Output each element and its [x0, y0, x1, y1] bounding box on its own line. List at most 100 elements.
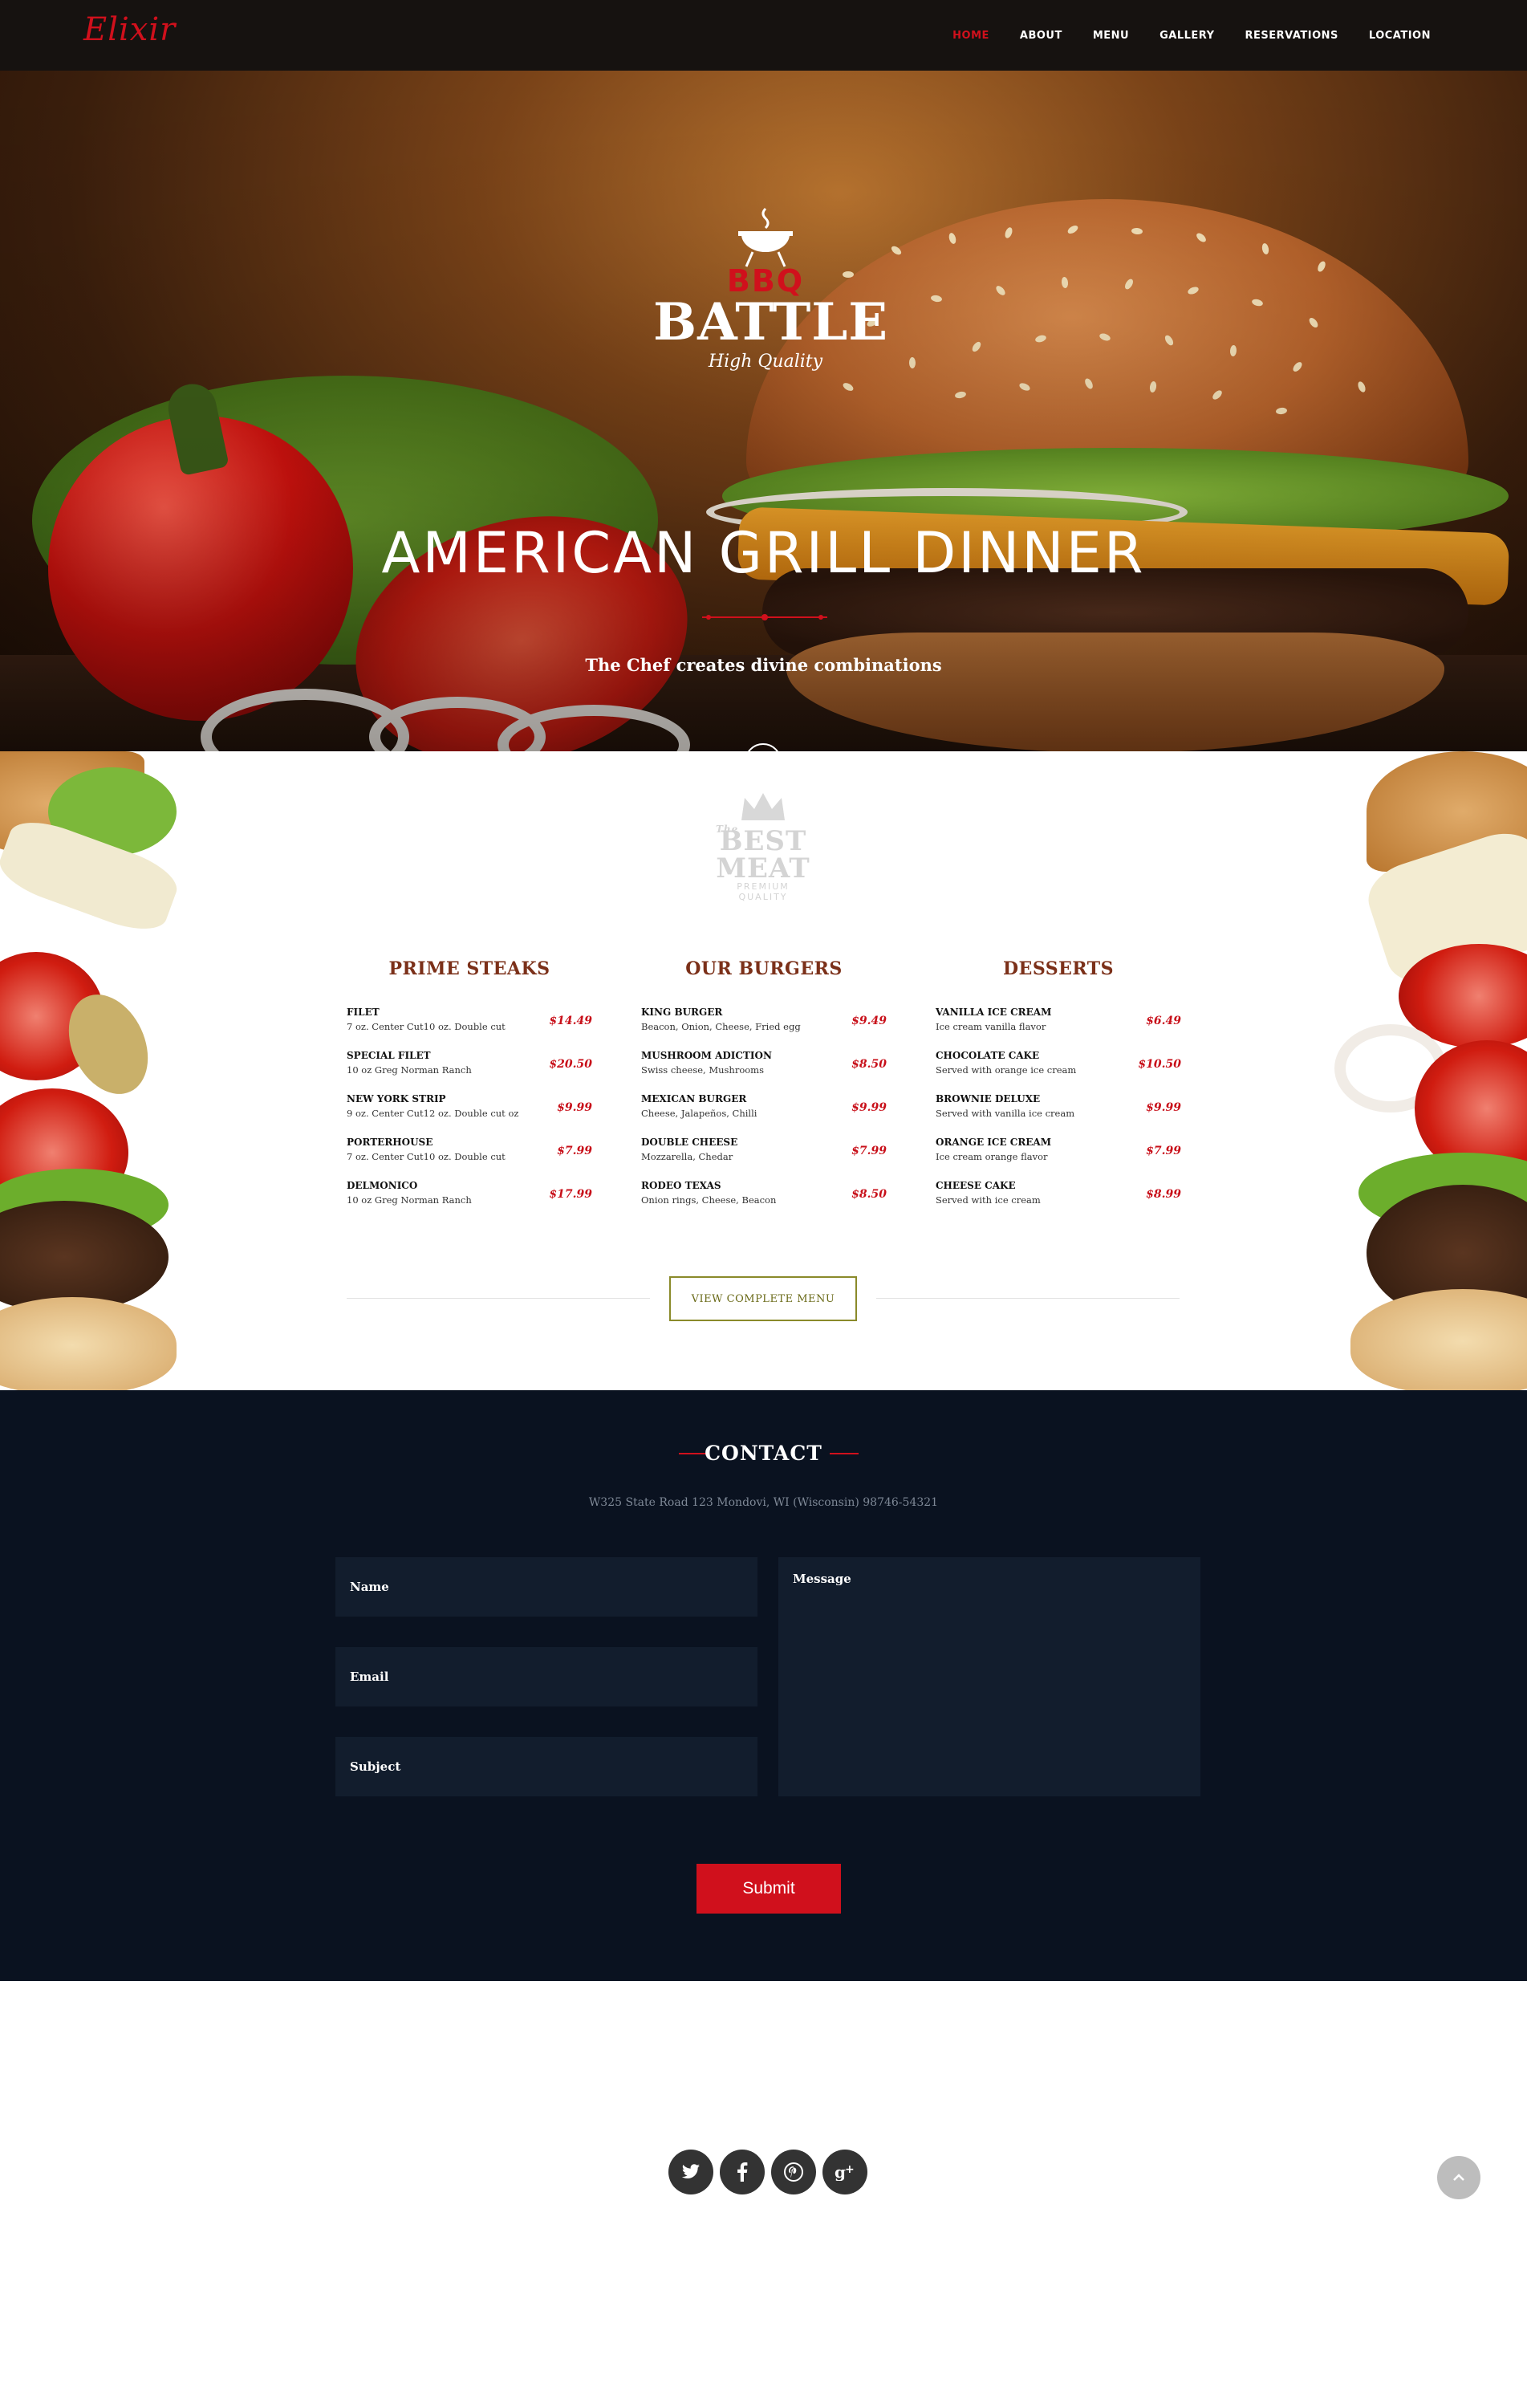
badge-battle-text: BATTLE [653, 292, 888, 352]
menu-item-desc: Mozzarella, Chedar [641, 1151, 733, 1162]
menu-item-price: $9.99 [557, 1101, 592, 1114]
facebook-icon [737, 2162, 748, 2182]
menu-item-price: $8.50 [851, 1188, 887, 1201]
svg-text:g: g [835, 2163, 846, 2181]
google-plus-icon: g + [835, 2163, 855, 2181]
menu-item: NEW YORK STRIP 9 oz. Center Cut12 oz. Dou… [347, 1093, 592, 1137]
menu-item: FILET 7 oz. Center Cut10 oz. Double cut $1… [347, 1007, 592, 1050]
menu-item-price: $17.99 [549, 1188, 592, 1201]
menu-item-name: MEXICAN BURGER [641, 1093, 747, 1104]
logo[interactable]: Elixir [83, 11, 176, 48]
title-accent-line [830, 1453, 859, 1454]
back-to-top-button[interactable] [1437, 2156, 1480, 2199]
emblem-line1: BEST [719, 825, 807, 857]
menu-item-price: $9.99 [1146, 1101, 1181, 1114]
contact-address: W325 State Road 123 Mondovi, WI (Wiscons… [588, 1496, 939, 1509]
menu-item-price: $20.50 [549, 1058, 592, 1071]
menu-item-price: $14.49 [549, 1015, 592, 1027]
menu-item-price: $8.99 [1146, 1188, 1181, 1201]
menu-column-steaks: PRIME STEAKS FILET 7 oz. Center Cut10 oz.… [347, 958, 592, 1223]
right-burger-image [1334, 751, 1527, 1390]
hero-divider [702, 614, 827, 620]
menu-item-desc: Beacon, Onion, Cheese, Fried egg [641, 1021, 801, 1032]
twitter-link[interactable] [668, 2150, 713, 2194]
menu-item: BROWNIE DELUXE Served with vanilla ice cr… [936, 1093, 1181, 1137]
main-nav: HOME ABOUT MENU GALLERY RESERVATIONS LOC… [952, 0, 1431, 71]
menu-item-name: BROWNIE DELUXE [936, 1093, 1041, 1104]
menu-item-price: $6.49 [1146, 1015, 1181, 1027]
pinterest-icon [784, 2162, 803, 2182]
divider-line [347, 1298, 650, 1299]
menu-item-desc: Ice cream orange flavor [936, 1151, 1048, 1162]
menu-item: RODEO TEXAS Onion rings, Cheese, Beacon $8… [641, 1180, 887, 1223]
divider-line [876, 1298, 1180, 1299]
menu-item-desc: 7 oz. Center Cut10 oz. Double cut [347, 1151, 506, 1162]
menu-item: MEXICAN BURGER Cheese, Jalapeños, Chilli $… [641, 1093, 887, 1137]
menu-column-title: DESSERTS [1002, 958, 1115, 979]
menu-column-title: OUR BURGERS [685, 958, 843, 979]
crown-icon [741, 793, 785, 820]
hero-title: AMERICAN GRILL DINNER [381, 520, 1146, 586]
menu-item-name: ORANGE ICE CREAM [936, 1137, 1052, 1148]
menu-item-desc: Served with ice cream [936, 1194, 1041, 1206]
email-field[interactable] [335, 1647, 757, 1706]
menu-item-price: $7.99 [557, 1145, 592, 1157]
menu-item-desc: Swiss cheese, Mushrooms [641, 1064, 764, 1076]
menu-item: CHOCOLATE CAKE Served with orange ice cre… [936, 1050, 1181, 1093]
best-meat-emblem: The BEST MEAT PREMIUM QUALITY [711, 791, 815, 904]
scroll-down-button[interactable] [745, 743, 782, 751]
submit-button[interactable]: Submit [696, 1864, 841, 1914]
menu-item-name: KING BURGER [641, 1007, 723, 1018]
menu-item-desc: Ice cream vanilla flavor [936, 1021, 1046, 1032]
menu-columns: PRIME STEAKS FILET 7 oz. Center Cut10 oz.… [347, 958, 1181, 1223]
menu-item-price: $9.99 [851, 1101, 887, 1114]
menu-column-burgers: OUR BURGERS KING BURGER Beacon, Onion, Ch… [641, 958, 887, 1223]
menu-item-price: $7.99 [1146, 1145, 1181, 1157]
menu-item: SPECIAL FILET 10 oz Greg Norman Ranch $20.… [347, 1050, 592, 1093]
badge-tagline: High Quality [708, 352, 823, 372]
menu-item-name: NEW YORK STRIP [347, 1093, 446, 1104]
subject-field[interactable] [335, 1737, 757, 1796]
menu-item-desc: Onion rings, Cheese, Beacon [641, 1194, 777, 1206]
menu-item-name: DOUBLE CHEESE [641, 1137, 738, 1148]
menu-column-title: PRIME STEAKS [388, 958, 550, 979]
menu-item: DOUBLE CHEESE Mozzarella, Chedar $7.99 [641, 1137, 887, 1180]
menu-item-name: PORTERHOUSE [347, 1137, 433, 1148]
menu-item-desc: 9 oz. Center Cut12 oz. Double cut oz [347, 1108, 519, 1119]
svg-text:+: + [845, 2163, 855, 2176]
nav-item-location[interactable]: LOCATION [1369, 30, 1431, 42]
social-links: g + [668, 2150, 867, 2194]
menu-item-price: $9.49 [851, 1015, 887, 1027]
view-complete-menu-button[interactable]: VIEW COMPLETE MENU [669, 1276, 857, 1321]
menu-item: MUSHROOM ADICTION Swiss cheese, Mushrooms… [641, 1050, 887, 1093]
footer: g + [0, 1981, 1527, 2408]
menu-item: DELMONICO 10 oz Greg Norman Ranch $17.99 [347, 1180, 592, 1223]
chevron-up-icon [1453, 2174, 1464, 2181]
menu-item: ORANGE ICE CREAM Ice cream orange flavor $… [936, 1137, 1181, 1180]
facebook-link[interactable] [720, 2150, 765, 2194]
pinterest-link[interactable] [771, 2150, 816, 2194]
contact-section: CONTACT W325 State Road 123 Mondovi, WI … [0, 1390, 1527, 1981]
hero-subtitle: The Chef creates divine combinations [585, 655, 942, 675]
menu-item-name: MUSHROOM ADICTION [641, 1050, 772, 1061]
menu-item-name: VANILLA ICE CREAM [936, 1007, 1052, 1018]
nav-item-home[interactable]: HOME [952, 30, 989, 42]
menu-item: PORTERHOUSE 7 oz. Center Cut10 oz. Double… [347, 1137, 592, 1180]
google-plus-link[interactable]: g + [822, 2150, 867, 2194]
emblem-small-bottom: PREMIUM QUALITY [737, 881, 790, 902]
bbq-battle-logo: BBQ BATTLE High Quality [653, 205, 888, 372]
emblem-line2: MEAT [716, 852, 810, 885]
nav-item-menu[interactable]: MENU [1093, 30, 1129, 42]
nav-item-gallery[interactable]: GALLERY [1159, 30, 1214, 42]
menu-item-price: $7.99 [851, 1145, 887, 1157]
nav-item-reservations[interactable]: RESERVATIONS [1245, 30, 1338, 42]
nav-item-about[interactable]: ABOUT [1020, 30, 1062, 42]
menu-item-desc: Served with vanilla ice cream [936, 1108, 1075, 1119]
message-field[interactable] [778, 1557, 1200, 1796]
contact-title: CONTACT [705, 1442, 822, 1465]
menu-item: VANILLA ICE CREAM Ice cream vanilla flavo… [936, 1007, 1181, 1050]
menu-column-desserts: DESSERTS VANILLA ICE CREAM Ice cream vani… [936, 958, 1181, 1223]
name-field[interactable] [335, 1557, 757, 1617]
menu-section: The BEST MEAT PREMIUM QUALITY PRIME STEA… [0, 751, 1527, 1390]
menu-item-price: $8.50 [851, 1058, 887, 1071]
